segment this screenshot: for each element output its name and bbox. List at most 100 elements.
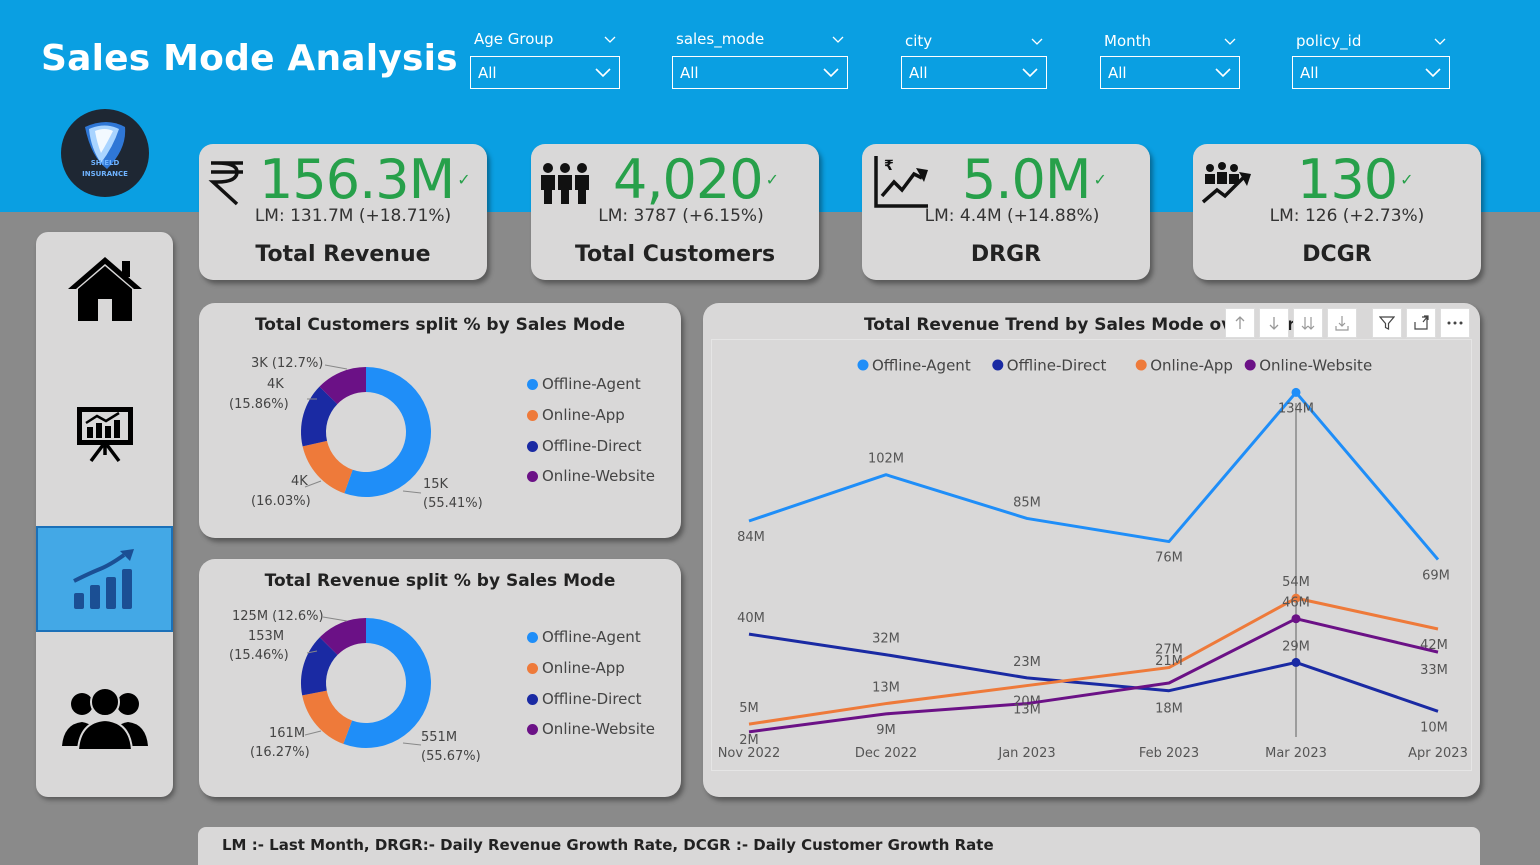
revenue-split-card: Total Revenue split % by Sales Mode 125M… — [199, 559, 681, 797]
data-label: 18M — [1155, 702, 1183, 717]
expand-all-icon[interactable] — [1327, 308, 1357, 338]
legend-dot — [527, 631, 538, 643]
kpi-card-dcgr: 130 ✓ LM: 126 (+2.73%) DCGR — [1193, 144, 1481, 280]
customers-split-card: Total Customers split % by Sales Mode 3K… — [199, 303, 681, 538]
customer-growth-icon — [1201, 162, 1251, 204]
legend-dot — [527, 440, 538, 452]
legend-item[interactable]: Online-App — [527, 659, 625, 677]
revenue-trend-card: Total Revenue Trend by Sales Mode over M… — [703, 303, 1480, 797]
check-icon: ✓ — [765, 170, 779, 189]
legend-item[interactable]: Offline-Agent — [527, 375, 641, 393]
x-tick-label: Nov 2022 — [718, 746, 781, 761]
data-label: 33M — [1420, 663, 1448, 678]
slicer-sales-mode[interactable]: sales_mode All — [672, 28, 848, 89]
drill-down-icon[interactable] — [1259, 308, 1289, 338]
data-label: 85M — [1013, 495, 1041, 510]
check-icon: ✓ — [457, 170, 470, 189]
slicer-dropdown[interactable]: All — [672, 56, 848, 89]
legend-label[interactable]: Offline-Agent — [872, 357, 971, 375]
legend-dot — [1135, 359, 1147, 371]
series-line-offline-direct[interactable] — [748, 632, 1439, 713]
data-label: 153M — [248, 629, 285, 644]
kpi-label: DRGR — [970, 242, 1042, 267]
slicer-month[interactable]: Month All — [1100, 28, 1240, 89]
data-label: 76M — [1155, 551, 1183, 566]
chevron-down-icon — [1022, 67, 1038, 77]
legend-label[interactable]: Online-Website — [1259, 357, 1372, 375]
data-label: 5M — [739, 701, 759, 716]
kpi-value: 130 ✓ — [1297, 148, 1414, 211]
donut-slice-online-app[interactable] — [302, 690, 353, 744]
focus-mode-icon[interactable] — [1406, 308, 1436, 338]
data-label: 13M — [1013, 703, 1041, 718]
slicer-age-group[interactable]: Age Group All — [470, 28, 620, 89]
legend-dot — [527, 378, 538, 390]
slicer-value: All — [680, 63, 699, 82]
data-label: 21M — [1155, 654, 1183, 669]
nav-presentation[interactable] — [36, 380, 173, 486]
slicer-dropdown[interactable]: All — [1292, 56, 1450, 89]
filter-icon[interactable] — [1372, 308, 1402, 338]
nav-customers[interactable] — [36, 666, 173, 772]
data-label: (16.03%) — [251, 494, 311, 509]
chevron-down-icon[interactable] — [1434, 35, 1446, 47]
leader-line — [402, 742, 422, 746]
data-point-marker[interactable] — [1291, 614, 1301, 624]
data-point-marker[interactable] — [1291, 387, 1301, 397]
legend-item[interactable]: Offline-Direct — [527, 690, 642, 708]
legend-label[interactable]: Online-App — [1150, 357, 1233, 375]
x-tick-label: Dec 2022 — [855, 746, 917, 761]
legend-dot — [527, 409, 538, 421]
legend-item[interactable]: Offline-Direct — [527, 437, 642, 455]
data-label: 3K (12.7%) — [251, 356, 324, 371]
legend-item[interactable]: Online-App — [527, 406, 625, 424]
chevron-down-icon[interactable] — [604, 33, 616, 45]
slicer-label: policy_id — [1296, 32, 1362, 50]
slicer-label: Month — [1104, 32, 1152, 50]
data-point-marker[interactable] — [1291, 657, 1301, 667]
chevron-down-icon — [1425, 67, 1441, 77]
data-label: 4K — [267, 377, 284, 392]
legend-label[interactable]: Offline-Direct — [1007, 357, 1107, 375]
legend-item[interactable]: Online-Website — [527, 720, 655, 738]
chevron-down-icon — [1215, 67, 1231, 77]
shield-logo-icon — [85, 122, 126, 169]
revenue-trend-line-chart[interactable]: Offline-Agent Offline-Direct Online-App Onl… — [703, 303, 1480, 797]
customers-icon — [541, 163, 589, 204]
data-label: 102M — [868, 452, 904, 467]
slicer-dropdown[interactable]: All — [901, 56, 1047, 89]
footer-note: LM :- Last Month, DRGR:- Daily Revenue G… — [198, 827, 1480, 865]
chevron-down-icon[interactable] — [832, 33, 844, 45]
series-line-online-app[interactable] — [748, 596, 1439, 726]
chevron-down-icon[interactable] — [1224, 35, 1236, 47]
legend-item[interactable]: Online-Website — [527, 467, 655, 485]
slicer-label: sales_mode — [676, 30, 765, 48]
nav-home[interactable] — [36, 236, 173, 342]
expand-level-icon[interactable] — [1293, 308, 1323, 338]
drill-up-icon[interactable] — [1225, 308, 1255, 338]
slicer-dropdown[interactable]: All — [470, 56, 620, 89]
series-line-offline-agent[interactable] — [748, 390, 1440, 561]
more-options-icon[interactable] — [1440, 308, 1470, 338]
leader-line — [322, 616, 348, 622]
slicer-city[interactable]: city All — [901, 28, 1047, 89]
nav-growth-active[interactable] — [36, 526, 173, 632]
legend-item[interactable]: Offline-Agent — [527, 628, 641, 646]
svg-text:₹: ₹ — [884, 158, 894, 174]
kpi-last-month: LM: 3787 (+6.15%) — [598, 206, 764, 226]
legend-dot — [527, 470, 538, 482]
kpi-last-month: LM: 131.7M (+18.71%) — [254, 206, 452, 226]
kpi-last-month: LM: 126 (+2.73%) — [1269, 206, 1425, 226]
chevron-down-icon — [595, 67, 611, 77]
slicer-dropdown[interactable]: All — [1100, 56, 1240, 89]
kpi-label: Total Customers — [574, 242, 776, 267]
users-group-icon — [61, 687, 148, 751]
data-label: 2M — [739, 733, 759, 748]
data-label: (55.41%) — [423, 496, 483, 511]
slicer-policy-id[interactable]: policy_id All — [1292, 28, 1450, 89]
chevron-down-icon[interactable] — [1031, 35, 1043, 47]
data-label: 134M — [1278, 401, 1314, 416]
x-tick-label: Jan 2023 — [997, 746, 1055, 761]
slicer-value: All — [478, 63, 497, 82]
x-tick-label: Mar 2023 — [1265, 746, 1327, 761]
